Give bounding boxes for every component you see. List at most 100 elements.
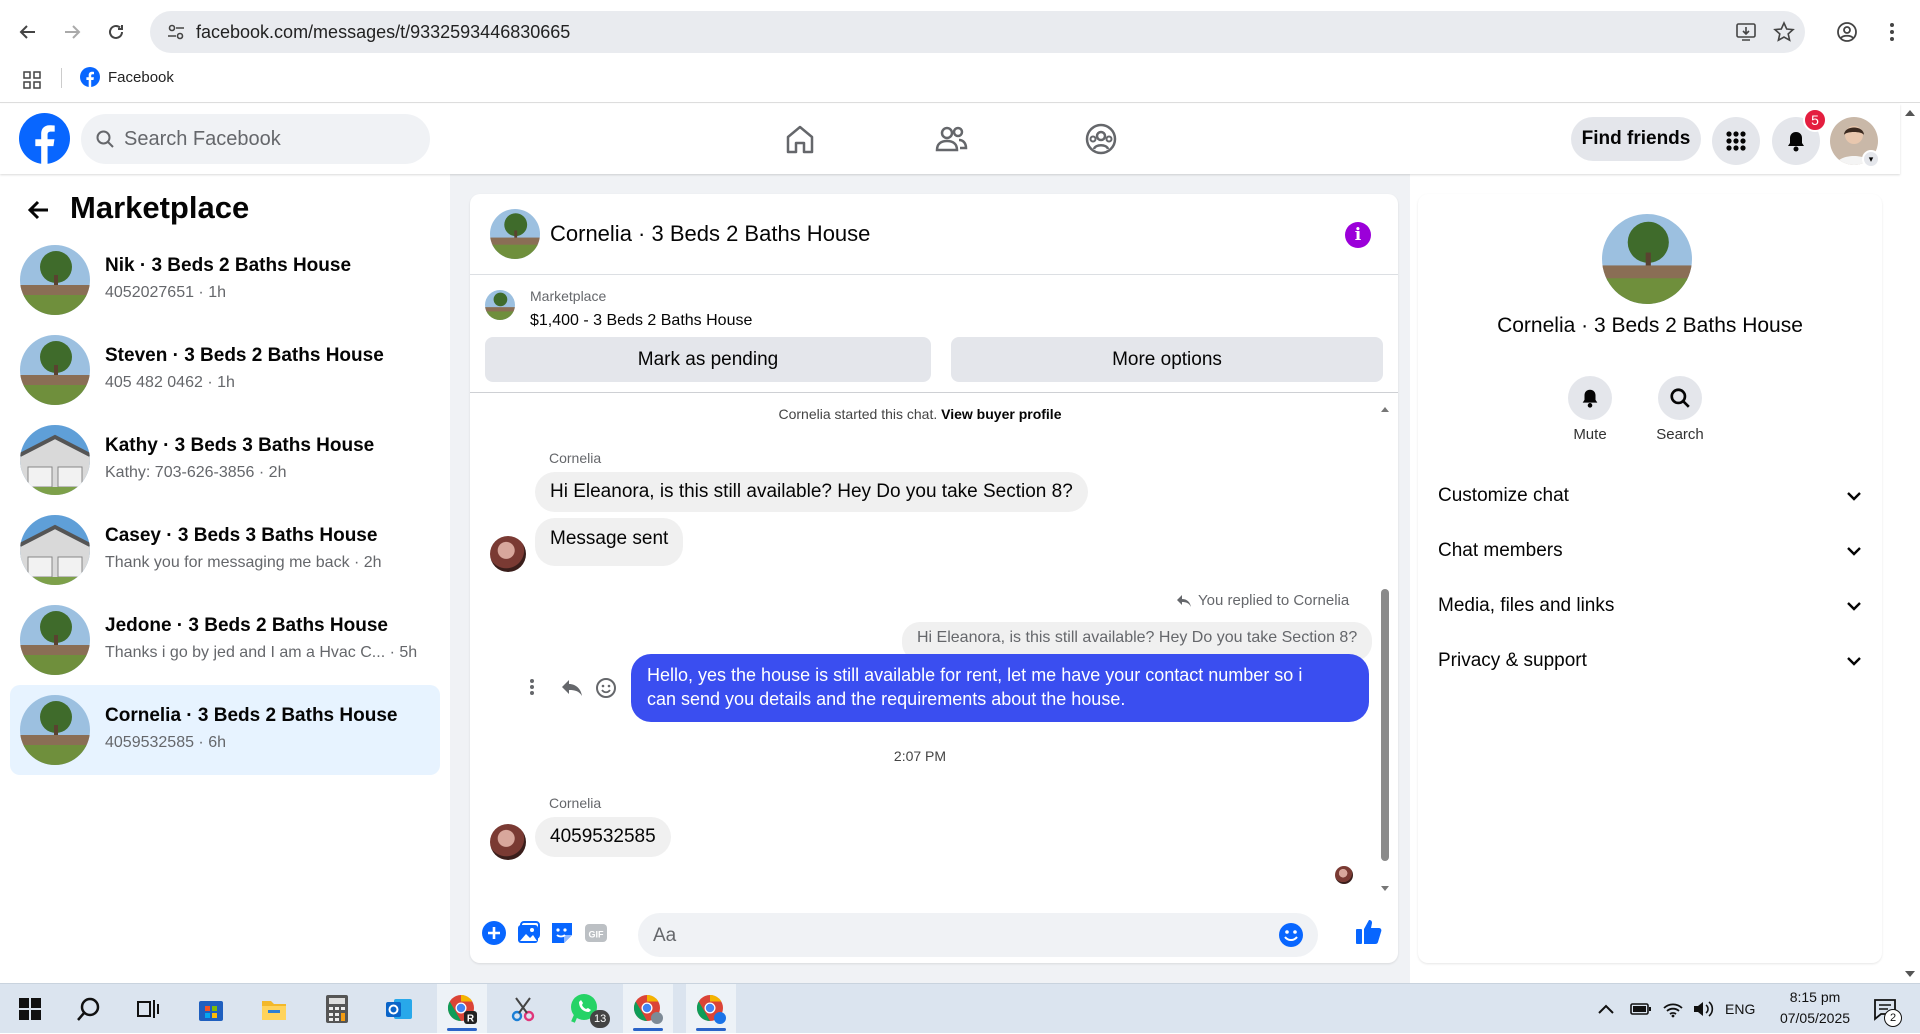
outlook-icon[interactable] [382, 992, 416, 1026]
emoji-icon[interactable] [1278, 922, 1304, 948]
chrome-profile-icon[interactable] [694, 992, 728, 1026]
emoji-react-icon[interactable] [595, 677, 617, 699]
conversation-item-active[interactable]: Cornelia · 3 Beds 2 Baths House 40595325… [10, 685, 440, 775]
sender-avatar[interactable] [490, 824, 526, 860]
conversation-item[interactable]: Casey · 3 Beds 3 Baths House Thank you f… [10, 505, 440, 595]
profile-chevron-icon[interactable]: ▾ [1862, 150, 1880, 168]
photo-icon[interactable] [514, 919, 542, 947]
view-buyer-profile-link[interactable]: View buyer profile [941, 406, 1061, 422]
bookmark-facebook-label: Facebook [108, 68, 174, 86]
volume-icon[interactable] [1690, 992, 1716, 1026]
outgoing-message[interactable]: Hello, yes the house is still available … [631, 654, 1369, 722]
conversation-preview: 4059532585 · 6h [105, 734, 226, 751]
find-friends-button[interactable]: Find friends [1571, 117, 1701, 161]
chat-avatar[interactable] [490, 209, 540, 259]
info-avatar[interactable] [1602, 214, 1692, 304]
like-thumb-icon[interactable] [1354, 917, 1382, 945]
house-avatar [20, 425, 90, 495]
bell-icon [1568, 376, 1612, 420]
forward-arrow-icon[interactable] [54, 14, 90, 50]
taskbar-running-indicator [633, 1028, 663, 1031]
profile-account-icon[interactable] [1829, 14, 1865, 50]
sender-name: Cornelia [549, 795, 602, 811]
listing-price[interactable]: $1,400 - 3 Beds 2 Baths House [530, 312, 752, 330]
menu-grid-icon[interactable] [1712, 117, 1760, 165]
reply-indicator-text: You replied to Cornelia [1198, 592, 1350, 609]
privacy-support-row[interactable]: Privacy & support [1438, 641, 1862, 681]
mute-button[interactable]: Mute [1550, 376, 1630, 443]
mark-as-pending-button[interactable]: Mark as pending [485, 337, 931, 382]
bookmark-star-icon[interactable] [1773, 21, 1795, 43]
reload-icon[interactable] [98, 14, 134, 50]
row-label: Privacy & support [1438, 650, 1587, 671]
url-text[interactable]: facebook.com/messages/t/9332593446830665 [196, 22, 570, 43]
clock-time[interactable]: 8:15 pm [1780, 989, 1850, 1005]
chat-title[interactable]: Cornelia · 3 Beds 2 Baths House [550, 221, 870, 247]
plus-icon[interactable] [480, 919, 508, 947]
wifi-icon[interactable] [1660, 992, 1686, 1026]
sticker-icon[interactable] [548, 919, 576, 947]
more-options-button[interactable]: More options [951, 337, 1383, 382]
info-icon[interactable]: i [1345, 222, 1371, 248]
language-indicator[interactable]: ENG [1725, 1001, 1755, 1017]
battery-icon[interactable] [1628, 992, 1654, 1026]
taskbar-search-icon[interactable] [72, 992, 106, 1026]
message-more-icon[interactable] [528, 676, 536, 698]
facebook-logo-icon[interactable] [19, 113, 70, 164]
install-app-icon[interactable] [1735, 21, 1757, 43]
row-label: Customize chat [1438, 485, 1569, 506]
conversation-item[interactable]: Steven · 3 Beds 2 Baths House 405 482 04… [10, 325, 440, 415]
conversation-item[interactable]: Jedone · 3 Beds 2 Baths House Thanks i g… [10, 595, 440, 685]
conversation-preview: 4052027651 · 1h [105, 284, 226, 301]
chat-panel: Cornelia · 3 Beds 2 Baths House i Market… [470, 194, 1398, 963]
taskbar-running-indicator [447, 1028, 477, 1031]
customize-chat-row[interactable]: Customize chat [1438, 476, 1862, 516]
message-input[interactable]: Aa [638, 913, 1318, 957]
tray-chevron-up-icon[interactable] [1594, 992, 1618, 1026]
svg-text:GIF: GIF [589, 930, 605, 940]
snipping-tool-icon[interactable] [506, 992, 540, 1026]
search-button[interactable]: Search [1640, 376, 1720, 443]
browser-menu-icon[interactable] [1874, 14, 1910, 50]
incoming-message[interactable]: 4059532585 [535, 817, 671, 857]
conversation-name: Casey · 3 Beds 3 Baths House [105, 525, 378, 546]
store-icon[interactable] [194, 992, 228, 1026]
windows-start-icon[interactable] [13, 992, 47, 1026]
site-settings-icon[interactable] [166, 22, 186, 42]
back-arrow-icon[interactable] [10, 14, 46, 50]
bookmark-facebook[interactable]: Facebook [80, 67, 174, 87]
gif-icon[interactable]: GIF [582, 919, 610, 947]
incoming-message[interactable]: Message sent [535, 518, 684, 566]
row-label: Chat members [1438, 540, 1563, 561]
conversation-item[interactable]: Kathy · 3 Beds 3 Baths House Kathy: 703-… [10, 415, 440, 505]
apps-grid-icon[interactable] [22, 70, 42, 90]
file-explorer-icon[interactable] [257, 992, 291, 1026]
friends-icon[interactable] [932, 120, 970, 158]
address-bar[interactable]: facebook.com/messages/t/9332593446830665 [150, 11, 1805, 53]
back-arrow-icon[interactable] [26, 197, 52, 223]
conversation-name: Steven · 3 Beds 2 Baths House [105, 345, 384, 366]
conversation-preview: Thanks i go by jed and I am a Hvac C... … [105, 644, 418, 661]
listing-thumbnail[interactable] [485, 290, 515, 320]
media-files-links-row[interactable]: Media, files and links [1438, 586, 1862, 626]
chat-scroll-thumb[interactable] [1381, 589, 1389, 861]
windows-taskbar: R 13 ENG 8:15 pm 07/05/2025 2 [0, 983, 1920, 1034]
search-bar[interactable]: Search Facebook [81, 114, 430, 164]
groups-icon[interactable] [1082, 120, 1120, 158]
clock-date[interactable]: 07/05/2025 [1770, 1010, 1860, 1026]
chrome-profile-icon[interactable] [631, 992, 665, 1026]
calculator-icon[interactable] [320, 992, 354, 1026]
sender-avatar[interactable] [490, 536, 526, 572]
page-scrollbar[interactable] [1900, 104, 1920, 983]
chrome-r-profile-icon[interactable]: R [445, 992, 479, 1026]
action-center-badge: 2 [1884, 1009, 1902, 1027]
chat-members-row[interactable]: Chat members [1438, 531, 1862, 571]
conversation-item[interactable]: Nik · 3 Beds 2 Baths House 4052027651 · … [10, 235, 440, 325]
incoming-message[interactable]: Hi Eleanora, is this still available? He… [535, 472, 1088, 512]
home-icon[interactable] [781, 120, 819, 158]
chevron-down-icon [1847, 657, 1861, 666]
reply-icon[interactable] [561, 678, 583, 698]
chevron-down-icon [1847, 547, 1861, 556]
task-view-icon[interactable] [131, 992, 165, 1026]
search-placeholder: Search Facebook [124, 128, 281, 150]
